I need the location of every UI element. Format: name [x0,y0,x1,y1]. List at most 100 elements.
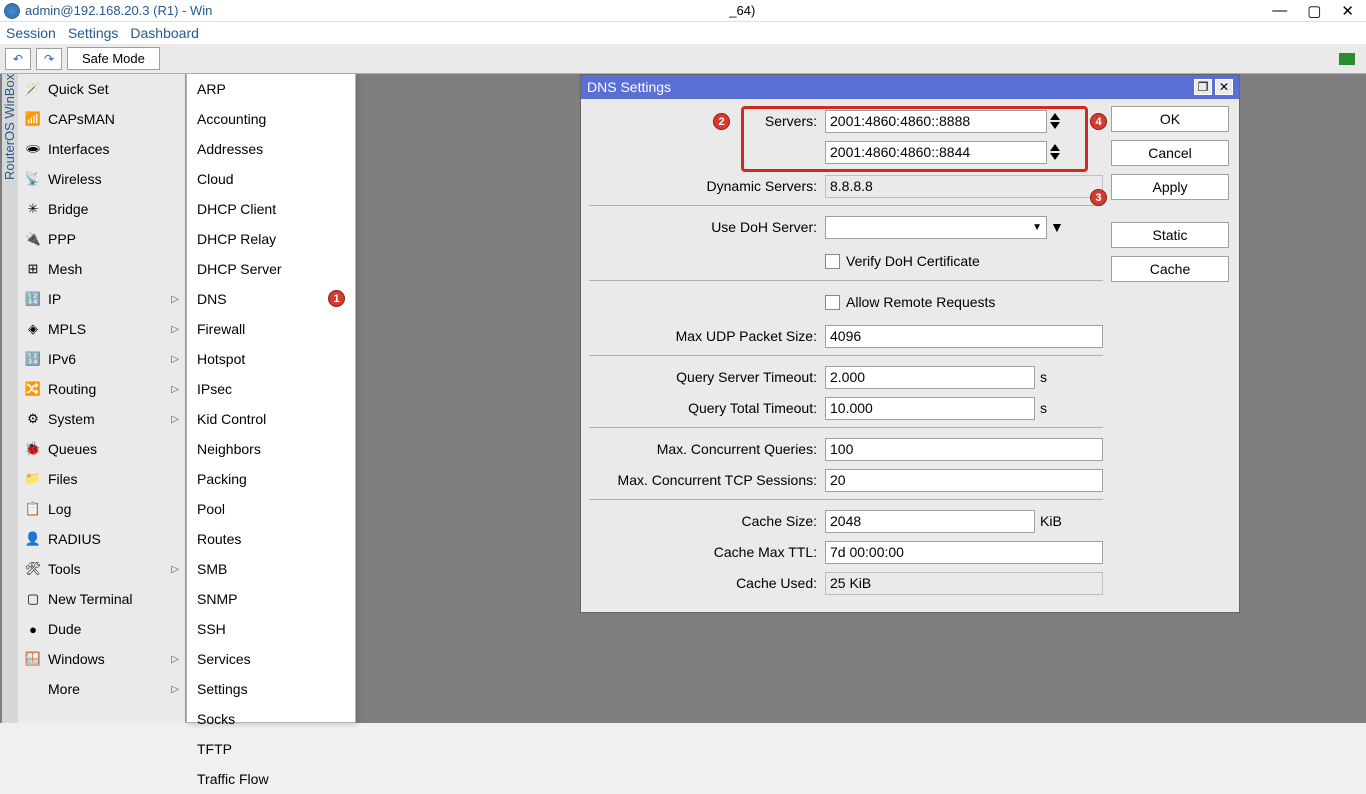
sidebar-item-label: Tools [48,561,81,577]
sidebar-item-windows[interactable]: 🪟Windows▷ [18,644,185,674]
sidebar-item-mesh[interactable]: ⊞Mesh [18,254,185,284]
menu-session[interactable]: Session [6,25,56,41]
sidebar-item-ip[interactable]: 🔢IP▷ [18,284,185,314]
sidebar-item-capsman[interactable]: 📶CAPsMAN [18,104,185,134]
sidebar-item-new-terminal[interactable]: ▢ New Terminal [18,584,185,614]
cmt-input[interactable] [825,541,1103,564]
doh-arrow-down-icon[interactable]: ▼ [1050,219,1068,235]
redo-button[interactable]: ↷ [36,48,62,70]
sidebar-item-routing[interactable]: 🔀Routing▷ [18,374,185,404]
cu-label: Cache Used: [589,575,825,591]
qst-input[interactable] [825,366,1035,389]
sidebar-item-ppp[interactable]: 🔌 PPP [18,224,185,254]
sidebar: 🪄Quick Set📶CAPsMAN🕳Interfaces📡Wireless✳B… [18,74,186,723]
sidebar-icon: 📋 [24,500,42,518]
submenu-item-ssh[interactable]: SSH [187,614,355,644]
server2-spinner[interactable] [1050,144,1060,160]
submenu-item-services[interactable]: Services [187,644,355,674]
qtt-input[interactable] [825,397,1035,420]
mcq-input[interactable] [825,438,1103,461]
submenu-item-routes[interactable]: Routes [187,524,355,554]
sidebar-item-queues[interactable]: 🐞Queues [18,434,185,464]
sidebar-item-more[interactable]: More▷ [18,674,185,704]
sidebar-icon: ● [24,620,42,638]
sidebar-item-wireless[interactable]: 📡Wireless [18,164,185,194]
dynamic-value [825,175,1103,198]
server1-input[interactable] [825,110,1047,133]
submenu-item-firewall[interactable]: Firewall [187,314,355,344]
udp-input[interactable] [825,325,1103,348]
sidebar-item-bridge[interactable]: ✳Bridge [18,194,185,224]
safe-mode-button[interactable]: Safe Mode [67,47,160,70]
submenu-item-snmp[interactable]: SNMP [187,584,355,614]
cs-input[interactable] [825,510,1035,533]
sidebar-icon: ▢ [24,590,42,608]
sidebar-item-log[interactable]: 📋 Log [18,494,185,524]
submenu-item-addresses[interactable]: Addresses [187,134,355,164]
submenu-item-tftp[interactable]: TFTP [187,734,355,764]
sidebar-item-dude[interactable]: ●Dude [18,614,185,644]
submenu-item-dns[interactable]: DNS1 [187,284,355,314]
maximize-button[interactable]: ▢ [1307,2,1321,20]
sidebar-item-label: Log [48,501,71,517]
cancel-button[interactable]: Cancel [1111,140,1229,166]
sidebar-item-files[interactable]: 📁Files [18,464,185,494]
undo-button[interactable]: ↶ [5,48,31,70]
sidebar-item-tools[interactable]: 🛠Tools▷ [18,554,185,584]
submenu-item-accounting[interactable]: Accounting [187,104,355,134]
sidebar-item-mpls[interactable]: ◈MPLS▷ [18,314,185,344]
close-button[interactable]: ✕ [1341,2,1354,20]
submenu-item-traffic-flow[interactable]: Traffic Flow [187,764,355,794]
submenu-item-hotspot[interactable]: Hotspot [187,344,355,374]
submenu-item-smb[interactable]: SMB [187,554,355,584]
sidebar-item-system[interactable]: ⚙System▷ [18,404,185,434]
status-led [1339,53,1355,65]
chevron-right-icon: ▷ [171,654,179,665]
server1-spinner[interactable] [1050,113,1060,129]
submenu-item-dhcp-relay[interactable]: DHCP Relay [187,224,355,254]
submenu-item-arp[interactable]: ARP [187,74,355,104]
sidebar-icon: 🔌 [24,230,42,248]
sidebar-item-label: IP [48,291,61,307]
menubar: Session Settings Dashboard [0,22,1366,44]
submenu-item-neighbors[interactable]: Neighbors [187,434,355,464]
sidebar-item-label: IPv6 [48,351,76,367]
submenu-item-dhcp-client[interactable]: DHCP Client [187,194,355,224]
sidebar-icon: 📁 [24,470,42,488]
qst-label: Query Server Timeout: [589,369,825,385]
mct-input[interactable] [825,469,1103,492]
allow-remote-checkbox[interactable] [825,295,840,310]
apply-button[interactable]: Apply [1111,174,1229,200]
ok-button[interactable]: OK [1111,106,1229,132]
menu-dashboard[interactable]: Dashboard [130,25,199,41]
dns-titlebar[interactable]: DNS Settings ❐ ✕ [581,75,1239,99]
doh-label: Use DoH Server: [589,219,825,235]
minimize-button[interactable]: — [1272,2,1287,20]
dns-close-button[interactable]: ✕ [1215,79,1233,95]
sidebar-item-radius[interactable]: 👤RADIUS [18,524,185,554]
verify-doh-checkbox[interactable] [825,254,840,269]
submenu-item-settings[interactable]: Settings [187,674,355,704]
callout-2-badge: 2 [713,113,730,130]
doh-dropdown[interactable]: ▼ [825,216,1047,239]
server2-input[interactable] [825,141,1047,164]
sidebar-item-label: Interfaces [48,141,109,157]
window-title: admin@192.168.20.3 (R1) - Win [25,3,212,18]
submenu-item-pool[interactable]: Pool [187,494,355,524]
sidebar-item-interfaces[interactable]: 🕳Interfaces [18,134,185,164]
submenu-item-cloud[interactable]: Cloud [187,164,355,194]
sidebar-item-ipv6[interactable]: 🔢IPv6▷ [18,344,185,374]
submenu-item-packing[interactable]: Packing [187,464,355,494]
cache-button[interactable]: Cache [1111,256,1229,282]
sidebar-item-label: PPP [48,231,76,247]
sidebar-item-quick-set[interactable]: 🪄Quick Set [18,74,185,104]
submenu-item-dhcp-server[interactable]: DHCP Server [187,254,355,284]
submenu-item-socks[interactable]: Socks [187,704,355,734]
callout-1-badge: 1 [328,290,345,307]
menu-settings[interactable]: Settings [68,25,119,41]
dns-restore-button[interactable]: ❐ [1194,79,1212,95]
submenu-item-ipsec[interactable]: IPsec [187,374,355,404]
submenu-item-kid-control[interactable]: Kid Control [187,404,355,434]
sidebar-item-label: New Terminal [48,591,133,607]
static-button[interactable]: Static [1111,222,1229,248]
